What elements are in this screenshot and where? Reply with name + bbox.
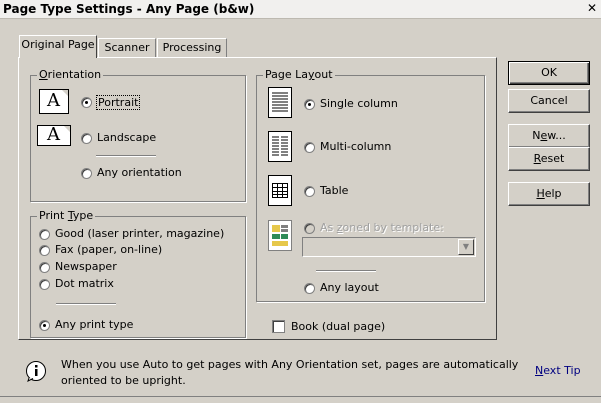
reset-button[interactable]: Reset: [508, 147, 590, 171]
multi-column-radio[interactable]: [304, 142, 315, 153]
orientation-separator: [96, 155, 156, 157]
bottom-border: [0, 396, 601, 397]
tip-line-1: When you use Auto to get pages with Any …: [61, 358, 519, 371]
any-print-type-radio[interactable]: [39, 320, 50, 331]
portrait-icon: A: [39, 89, 69, 114]
page-layout-separator: [316, 270, 376, 272]
tab-scanner[interactable]: Scanner: [98, 38, 156, 57]
title-bar: Page Type Settings - Any Page (b&w) ✕: [0, 0, 601, 19]
print-type-legend: Print Type: [37, 209, 96, 222]
tab-original-page[interactable]: Original Page: [19, 35, 97, 58]
any-layout-radio[interactable]: [304, 283, 315, 294]
tab-processing[interactable]: Processing: [157, 38, 227, 57]
table-radio[interactable]: [304, 186, 315, 197]
print-dot-matrix-radio[interactable]: [39, 279, 50, 290]
landscape-label[interactable]: Landscape: [97, 131, 156, 144]
print-dot-matrix-label[interactable]: Dot matrix: [55, 277, 114, 290]
window-title: Page Type Settings - Any Page (b&w): [3, 2, 255, 16]
any-print-type-label[interactable]: Any print type: [55, 318, 133, 331]
cancel-button[interactable]: Cancel: [508, 89, 590, 113]
print-type-separator: [56, 303, 116, 305]
page-layout-legend: Page Layout: [263, 68, 335, 81]
print-fax-label[interactable]: Fax (paper, on-line): [55, 243, 162, 256]
ok-button[interactable]: OK: [508, 61, 590, 85]
chevron-down-icon[interactable]: ▼: [458, 239, 474, 255]
next-tip-link[interactable]: Next Tip: [535, 364, 581, 377]
single-column-radio[interactable]: [304, 99, 315, 110]
any-orientation-label[interactable]: Any orientation: [97, 166, 182, 179]
zoned-template-icon: [268, 220, 292, 251]
print-good-label[interactable]: Good (laser printer, magazine): [55, 227, 224, 240]
single-column-icon: [268, 87, 292, 118]
multi-column-label[interactable]: Multi-column: [320, 140, 391, 153]
book-label[interactable]: Book (dual page): [291, 320, 385, 333]
table-icon: [268, 175, 292, 206]
portrait-radio[interactable]: [81, 97, 92, 108]
print-newspaper-radio[interactable]: [39, 262, 50, 273]
table-label[interactable]: Table: [320, 184, 348, 197]
single-column-label[interactable]: Single column: [320, 97, 398, 110]
print-newspaper-label[interactable]: Newspaper: [55, 260, 117, 273]
print-good-radio[interactable]: [39, 229, 50, 240]
book-checkbox[interactable]: [272, 320, 285, 333]
tip-line-2: oriented to be upright.: [61, 374, 186, 387]
help-button[interactable]: Help: [508, 182, 590, 206]
multi-column-icon: [268, 131, 292, 162]
zoned-template-radio[interactable]: [304, 223, 315, 234]
new-button[interactable]: New...: [508, 124, 590, 148]
portrait-label[interactable]: Portrait: [96, 95, 141, 110]
close-icon[interactable]: ✕: [586, 2, 598, 15]
zoned-template-label[interactable]: As zoned by template:: [320, 221, 444, 234]
landscape-icon: A: [37, 125, 71, 146]
orientation-legend: Orientation: [37, 68, 104, 81]
template-dropdown[interactable]: ▼: [302, 237, 476, 257]
any-layout-label[interactable]: Any layout: [320, 281, 379, 294]
info-icon: [25, 360, 47, 382]
landscape-radio[interactable]: [81, 133, 92, 144]
print-fax-radio[interactable]: [39, 245, 50, 256]
any-orientation-radio[interactable]: [81, 168, 92, 179]
